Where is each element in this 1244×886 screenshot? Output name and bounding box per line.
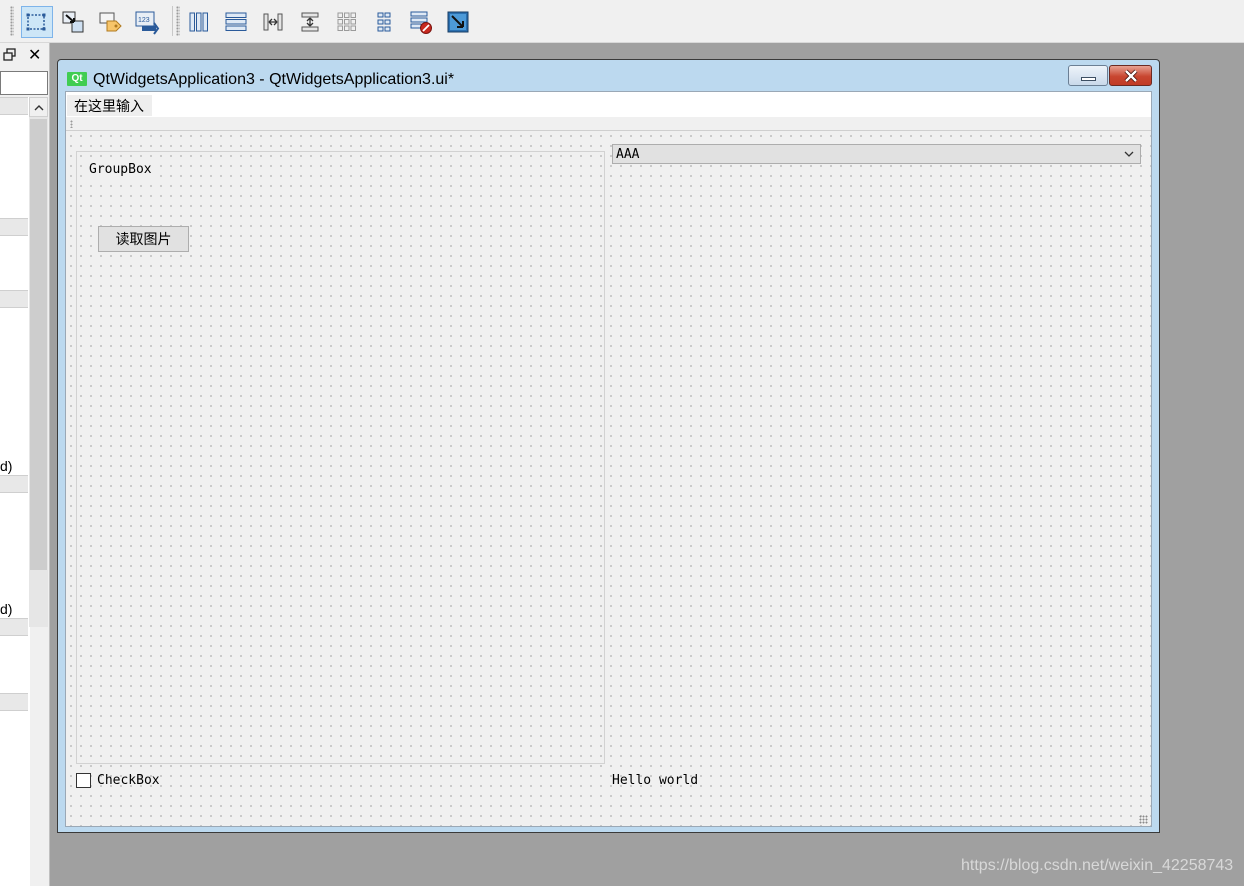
close-button[interactable] xyxy=(1109,65,1152,86)
vertical-splitter-icon xyxy=(301,12,319,32)
edit-widgets-button[interactable] xyxy=(21,6,53,38)
adjust-size-icon xyxy=(447,11,469,33)
lay-out-vertically-button[interactable] xyxy=(220,6,252,38)
lay-out-horizontally-button[interactable] xyxy=(183,6,215,38)
form-layout-button[interactable] xyxy=(331,6,363,38)
toolbar-grip[interactable] xyxy=(10,6,14,36)
category-header[interactable] xyxy=(0,693,28,711)
category-header[interactable] xyxy=(0,618,28,636)
edit-widgets-icon xyxy=(26,13,46,31)
form-window: Qt QtWidgetsApplication3 - QtWidgetsAppl… xyxy=(57,59,1160,833)
widget-list: d) d) xyxy=(0,97,30,886)
combo-box[interactable]: AAA xyxy=(612,144,1141,164)
break-layout-button[interactable] xyxy=(405,6,437,38)
category-header[interactable] xyxy=(0,290,28,308)
list-item[interactable]: d) xyxy=(0,457,12,475)
main-toolbar xyxy=(66,117,1151,130)
lay-out-horizontally-icon xyxy=(189,12,208,32)
designer-toolbar: 123 xyxy=(0,0,1244,43)
combo-value: AAA xyxy=(616,147,640,162)
close-icon xyxy=(1124,69,1137,82)
edit-tab-order-button[interactable]: 123 xyxy=(131,6,163,38)
horizontal-splitter-button[interactable] xyxy=(257,6,289,38)
main-window-client: 在这里输入 GroupBox 读取图片 AAA CheckBox Hello w… xyxy=(65,91,1152,827)
filter-input[interactable] xyxy=(0,71,48,95)
type-here-menu[interactable]: 在这里输入 xyxy=(67,95,152,116)
lay-out-vertically-icon xyxy=(225,12,247,31)
chevron-up-icon xyxy=(34,104,43,110)
group-box-title: GroupBox xyxy=(88,162,153,178)
edit-signals-slots-icon xyxy=(62,11,84,33)
hello-label: Hello world xyxy=(612,773,699,788)
minimize-icon xyxy=(1081,77,1096,81)
size-grip[interactable] xyxy=(1139,815,1148,824)
chevron-down-icon xyxy=(1124,151,1134,157)
read-image-button[interactable]: 读取图片 xyxy=(98,226,189,252)
list-item[interactable]: d) xyxy=(0,600,12,618)
edit-tab-order-icon: 123 xyxy=(135,11,160,35)
checkbox-box[interactable] xyxy=(76,773,91,788)
break-layout-icon xyxy=(410,11,432,34)
svg-text:123: 123 xyxy=(138,17,150,24)
qt-app-icon: Qt xyxy=(67,72,87,86)
form-layout-icon xyxy=(337,12,356,31)
toolbar-grip[interactable] xyxy=(176,6,180,36)
category-header[interactable] xyxy=(0,475,28,493)
checkbox-label: CheckBox xyxy=(97,773,160,788)
category-header[interactable] xyxy=(0,218,28,236)
vertical-scrollbar[interactable] xyxy=(29,97,48,627)
vertical-splitter-button[interactable] xyxy=(294,6,326,38)
form-title-bar[interactable]: Qt QtWidgetsApplication3 - QtWidgetsAppl… xyxy=(58,60,1159,91)
watermark: https://blog.csdn.net/weixin_42258743 xyxy=(961,857,1234,874)
widget-box-dock: ✕ d) d) xyxy=(0,43,50,886)
category-header[interactable] xyxy=(0,97,28,115)
scroll-up-button[interactable] xyxy=(29,97,48,117)
adjust-size-button[interactable] xyxy=(442,6,474,38)
central-widget: GroupBox 读取图片 AAA CheckBox Hello world xyxy=(66,130,1151,826)
window-title: QtWidgetsApplication3 - QtWidgetsApplica… xyxy=(93,71,455,88)
edit-signals-slots-button[interactable] xyxy=(57,6,89,38)
float-icon[interactable] xyxy=(3,48,17,62)
horizontal-splitter-icon xyxy=(263,13,283,31)
edit-buddies-icon xyxy=(99,12,122,32)
toolbar-grip[interactable] xyxy=(70,120,73,128)
minimize-button[interactable] xyxy=(1068,65,1108,86)
close-icon[interactable]: ✕ xyxy=(28,45,41,65)
grid-layout-icon xyxy=(377,12,391,32)
dock-title-bar: ✕ xyxy=(0,43,49,68)
group-box[interactable]: GroupBox 读取图片 xyxy=(76,151,605,764)
menu-bar: 在这里输入 xyxy=(66,92,1151,117)
edit-buddies-button[interactable] xyxy=(94,6,126,38)
toolbar-separator xyxy=(172,6,173,36)
grid-layout-button[interactable] xyxy=(368,6,400,38)
scroll-thumb[interactable] xyxy=(30,119,47,570)
